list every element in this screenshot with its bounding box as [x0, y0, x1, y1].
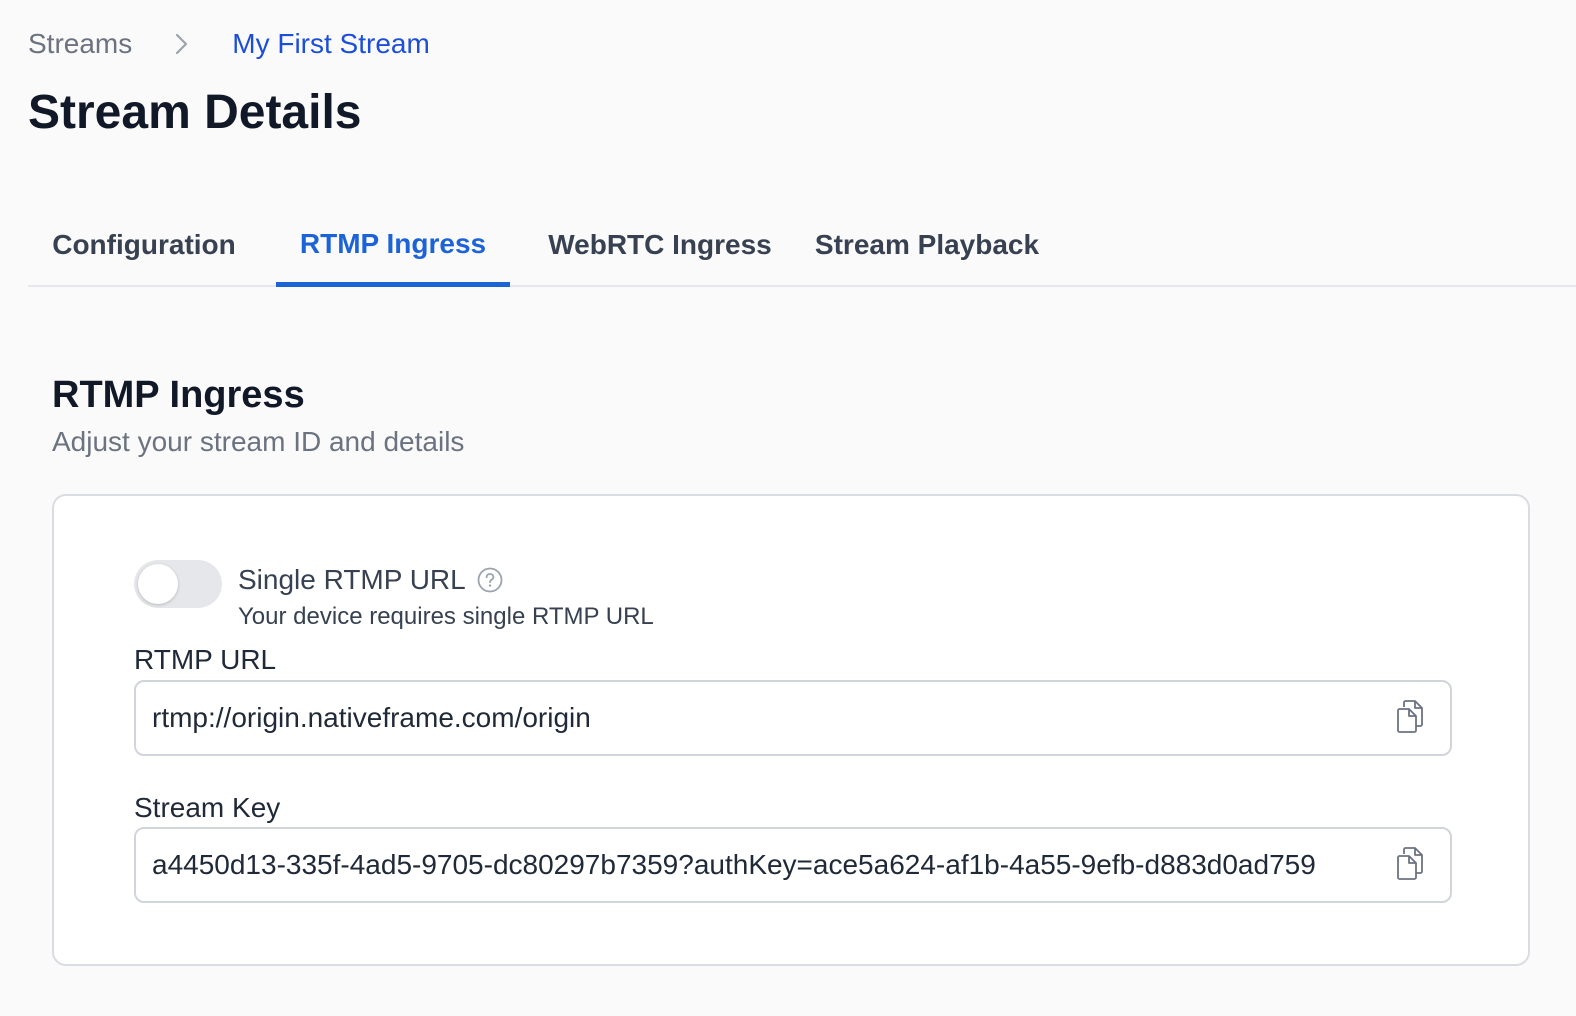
tab-rtmp-ingress[interactable]: RTMP Ingress — [276, 205, 510, 287]
single-rtmp-url-label-row: Single RTMP URL — [238, 562, 504, 598]
tab-bar: Configuration RTMP Ingress WebRTC Ingres… — [28, 205, 1576, 287]
breadcrumb: Streams My First Stream — [28, 26, 430, 62]
breadcrumb-current-stream[interactable]: My First Stream — [232, 26, 430, 62]
section-title: RTMP Ingress — [52, 374, 305, 416]
copy-icon — [1394, 698, 1426, 739]
rtmp-url-label: RTMP URL — [134, 644, 277, 675]
stream-key-field[interactable]: a4450d13-335f-4ad5-9705-dc80297b7359?aut… — [134, 827, 1452, 903]
copy-icon — [1394, 845, 1426, 886]
question-circle-icon[interactable] — [476, 566, 504, 594]
breadcrumb-streams-link[interactable]: Streams — [28, 26, 132, 62]
tab-webrtc-ingress[interactable]: WebRTC Ingress — [540, 205, 780, 285]
section-subtitle: Adjust your stream ID and details — [52, 426, 465, 457]
tab-stream-playback[interactable]: Stream Playback — [804, 205, 1050, 285]
tab-configuration[interactable]: Configuration — [28, 205, 260, 285]
single-rtmp-url-toggle[interactable] — [134, 560, 222, 608]
copy-rtmp-url-button[interactable] — [1382, 690, 1438, 746]
stream-key-value[interactable]: a4450d13-335f-4ad5-9705-dc80297b7359?aut… — [136, 847, 1382, 883]
rtmp-url-value[interactable]: rtmp://origin.nativeframe.com/origin — [136, 700, 1382, 736]
rtmp-settings-card: Single RTMP URL Your device requires sin… — [52, 494, 1530, 966]
page-title: Stream Details — [28, 86, 362, 139]
stream-key-label: Stream Key — [134, 792, 281, 823]
single-rtmp-url-label: Single RTMP URL — [238, 564, 466, 595]
toggle-knob — [138, 564, 178, 604]
chevron-right-icon — [174, 32, 190, 56]
single-rtmp-url-description: Your device requires single RTMP URL — [238, 603, 654, 630]
rtmp-url-field[interactable]: rtmp://origin.nativeframe.com/origin — [134, 680, 1452, 756]
copy-stream-key-button[interactable] — [1382, 837, 1438, 893]
